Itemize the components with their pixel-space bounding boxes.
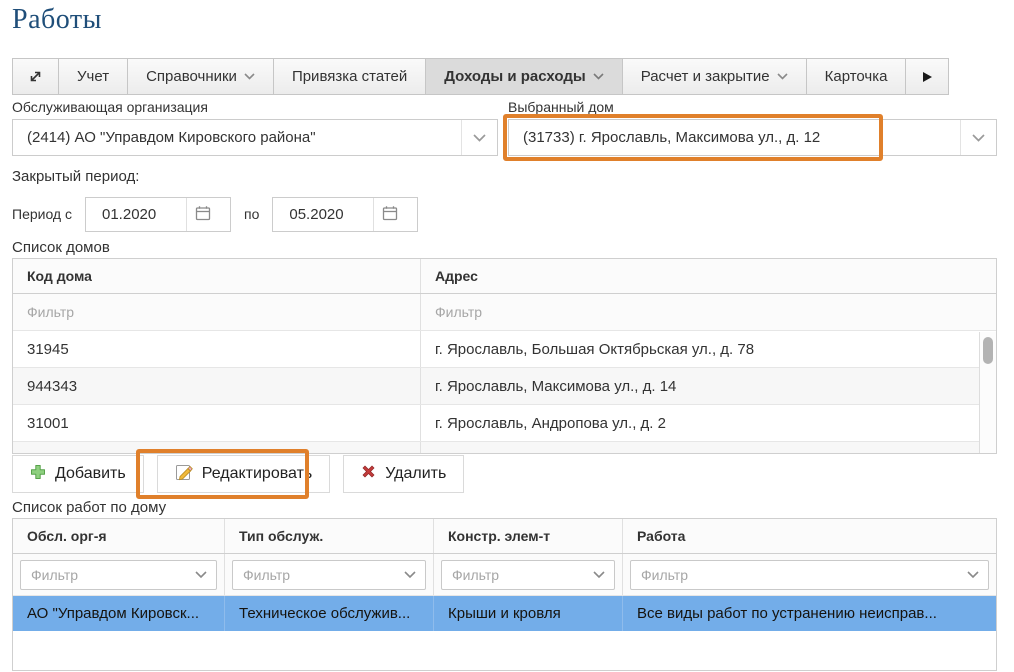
cell-service-type: Техническое обслужив... <box>225 596 434 631</box>
works-org-filter-input[interactable] <box>21 567 186 583</box>
houses-section-label: Список домов <box>12 239 110 256</box>
chevron-down-icon <box>777 73 788 80</box>
edit-pencil-icon <box>175 463 193 486</box>
table-row[interactable]: 31001 г. Ярославль, Андропова ул., д. 2 <box>13 405 996 442</box>
calendar-button[interactable] <box>373 198 406 231</box>
works-service-type-filter[interactable] <box>232 560 426 590</box>
add-button[interactable]: Добавить <box>12 455 144 493</box>
house-address-filter-input[interactable] <box>435 304 940 320</box>
period-from-label: Период с <box>12 206 72 222</box>
column-header-address: Адрес <box>421 259 996 293</box>
tab-kartochka[interactable]: Карточка <box>806 58 907 95</box>
tab-privyazka-statey[interactable]: Привязка статей <box>273 58 426 95</box>
delete-button[interactable]: Удалить <box>343 455 464 493</box>
chevron-down-icon <box>958 571 988 579</box>
column-header-service-type: Тип обслуж. <box>225 519 434 553</box>
chevron-down-icon <box>972 134 985 142</box>
table-row[interactable]: 944343 г. Ярославль, Максимова ул., д. 1… <box>13 368 996 405</box>
works-table: Обсл. орг-я Тип обслуж. Констр. элем-т Р… <box>12 518 997 671</box>
period-to-field <box>272 197 418 232</box>
cell-element: Крыши и кровля <box>434 596 623 631</box>
tab-raschet-i-zakrytie[interactable]: Расчет и закрытие <box>622 58 807 95</box>
chevron-down-icon <box>395 571 425 579</box>
house-select[interactable]: (31733) г. Ярославль, Максимова ул., д. … <box>508 119 997 156</box>
column-header-work: Работа <box>623 519 996 553</box>
cell-work: Все виды работ по устранению неисправ... <box>623 596 996 631</box>
works-element-filter-input[interactable] <box>442 567 584 583</box>
chevron-down-icon <box>473 134 486 142</box>
works-page: Работы Учет Справочники Привязка статей … <box>0 0 1014 672</box>
house-select-value: (31733) г. Ярославль, Максимова ул., д. … <box>509 129 960 146</box>
cell-org: АО "Управдом Кировск... <box>13 596 225 631</box>
expand-diagonal-icon <box>28 69 43 84</box>
calendar-icon <box>195 205 211 224</box>
houses-header-row: Код дома Адрес <box>13 259 996 294</box>
calendar-icon <box>382 205 398 224</box>
works-service-type-filter-input[interactable] <box>233 567 395 583</box>
works-selected-row[interactable]: АО "Управдом Кировск... Техническое обсл… <box>13 596 996 631</box>
period-from-field <box>85 197 231 232</box>
org-select-value: (2414) АО "Управдом Кировского района" <box>13 129 461 146</box>
works-header-row: Обсл. орг-я Тип обслуж. Констр. элем-т Р… <box>13 519 996 554</box>
house-code-filter-input[interactable] <box>27 304 381 320</box>
chevron-down-icon <box>593 73 604 80</box>
play-icon <box>921 71 933 83</box>
expand-button[interactable] <box>12 58 59 95</box>
nav-next-button[interactable] <box>905 58 949 95</box>
edit-button[interactable]: Редактировать <box>157 455 331 493</box>
chevron-down-icon <box>584 571 614 579</box>
period-row: Период с по <box>12 196 418 232</box>
table-row[interactable]: 31945 г. Ярославль, Большая Октябрьская … <box>13 331 996 368</box>
delete-x-icon <box>361 464 376 484</box>
tab-uchet[interactable]: Учет <box>58 58 128 95</box>
column-header-code: Код дома <box>13 259 421 293</box>
period-to-input[interactable] <box>273 206 373 223</box>
period-from-input[interactable] <box>86 206 186 223</box>
org-select[interactable]: (2414) АО "Управдом Кировского района" <box>12 119 498 156</box>
period-to-label: по <box>244 206 259 222</box>
org-select-label: Обслуживающая организация <box>12 99 208 115</box>
chevron-down-icon <box>186 571 216 579</box>
works-section-label: Список работ по дому <box>12 499 166 516</box>
tab-spravochniki[interactable]: Справочники <box>127 58 274 95</box>
houses-actions: Добавить Редактировать Удалить <box>12 455 464 493</box>
tab-dohody-i-rashody[interactable]: Доходы и расходы <box>425 58 622 95</box>
works-org-filter[interactable] <box>20 560 217 590</box>
chevron-down-icon <box>244 73 255 80</box>
org-select-dropdown-button[interactable] <box>461 120 497 155</box>
table-row[interactable]: 31002 г. Ярославль, Андропова ул., д. 25… <box>13 442 996 454</box>
page-title: Работы <box>12 4 102 36</box>
scrollbar-thumb[interactable] <box>983 337 993 364</box>
works-work-filter-input[interactable] <box>631 567 958 583</box>
calendar-button[interactable] <box>186 198 219 231</box>
houses-filter-row <box>13 294 996 331</box>
works-element-filter[interactable] <box>441 560 615 590</box>
house-select-dropdown-button[interactable] <box>960 120 996 155</box>
main-toolbar: Учет Справочники Привязка статей Доходы … <box>12 58 949 95</box>
house-select-label: Выбранный дом <box>508 99 614 115</box>
column-header-org: Обсл. орг-я <box>13 519 225 553</box>
houses-scrollbar[interactable] <box>979 332 996 453</box>
closed-period-label: Закрытый период: <box>12 168 139 185</box>
houses-table: Код дома Адрес 31945 г. Ярославль, Больш… <box>12 258 997 454</box>
works-work-filter[interactable] <box>630 560 989 590</box>
works-filter-row <box>13 554 996 596</box>
plus-icon <box>30 464 46 485</box>
column-header-element: Констр. элем-т <box>434 519 623 553</box>
